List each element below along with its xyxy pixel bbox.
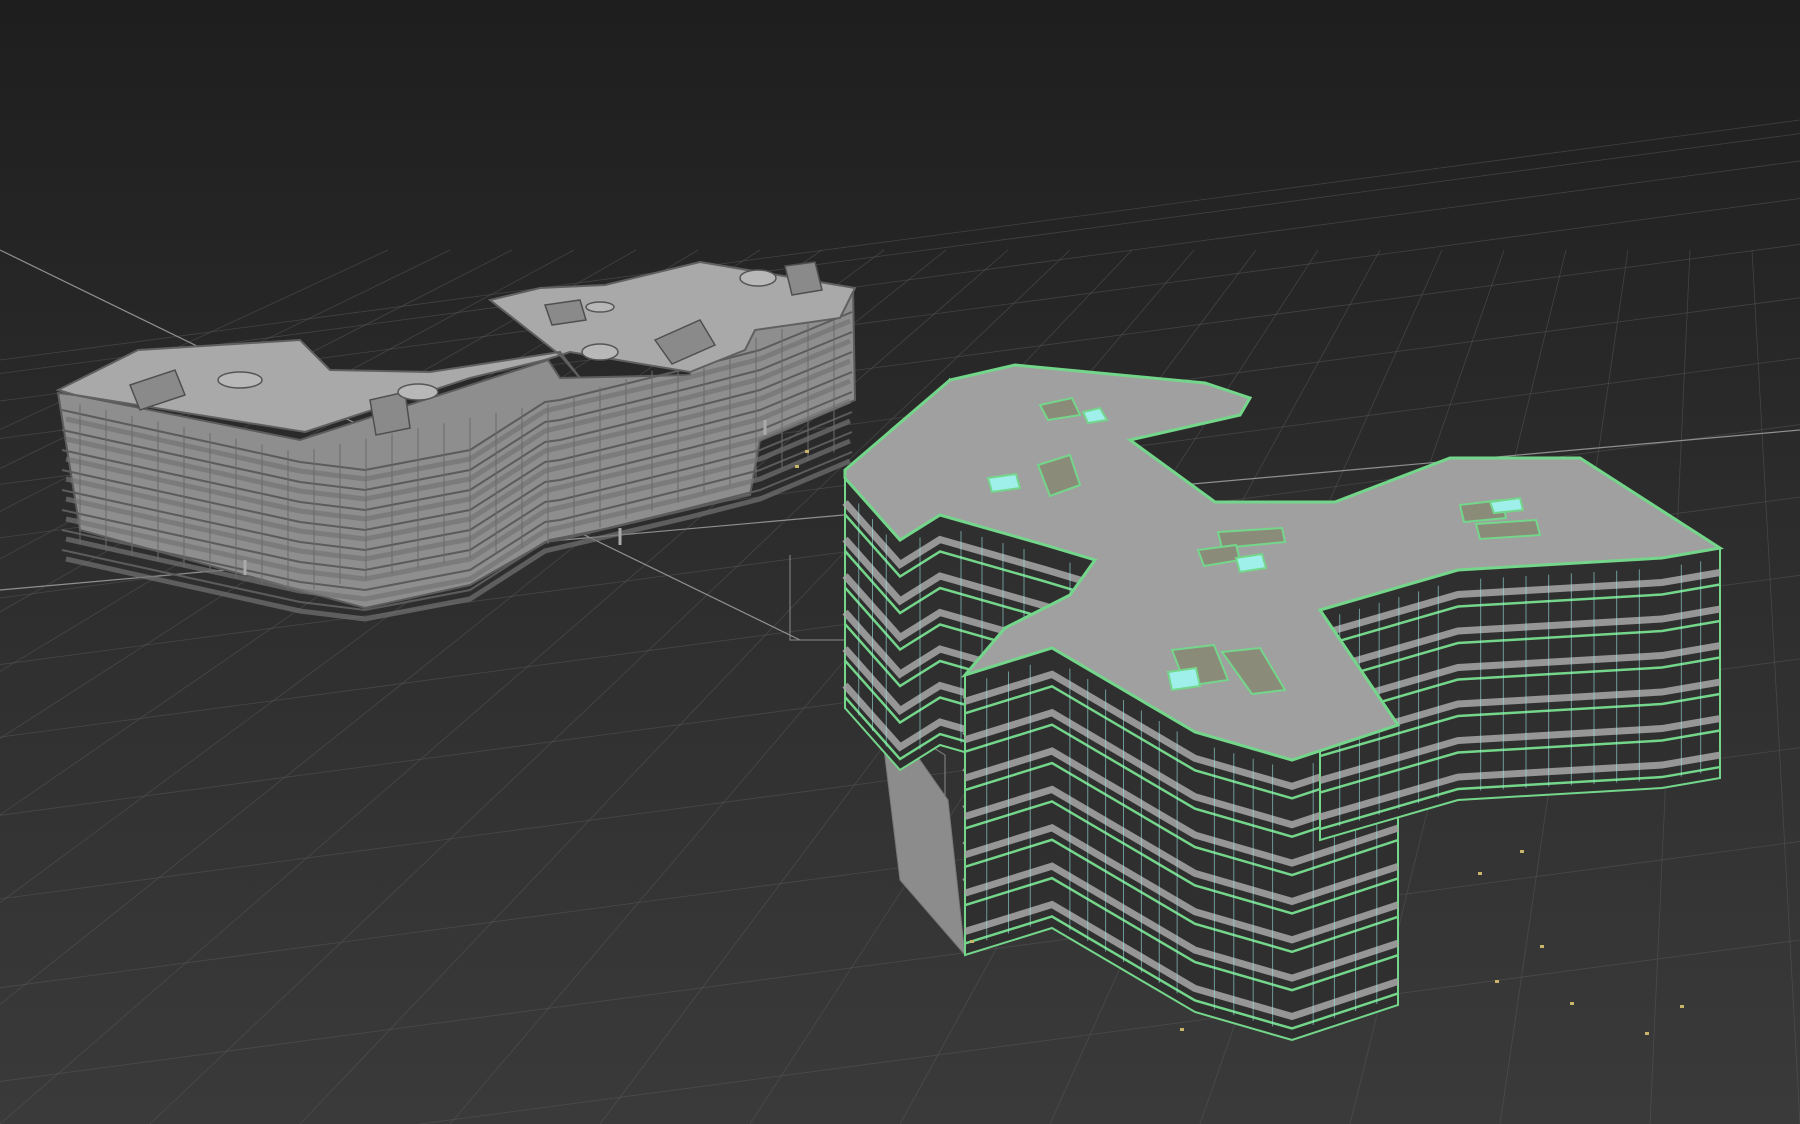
ground-marker bbox=[970, 940, 974, 943]
ground-marker bbox=[1495, 980, 1499, 983]
grid-line bbox=[416, 939, 1800, 1124]
grid-line bbox=[1751, 249, 1800, 1124]
ground-marker bbox=[1478, 872, 1482, 875]
grid-line bbox=[0, 119, 1800, 361]
building-right[interactable] bbox=[842, 363, 1725, 1042]
ground-marker bbox=[1180, 1028, 1184, 1031]
viewport-scene[interactable] bbox=[0, 0, 1800, 1124]
ground-marker bbox=[795, 465, 799, 468]
ground-marker bbox=[805, 450, 809, 453]
3d-viewport[interactable] bbox=[0, 0, 1800, 1124]
grid-line bbox=[0, 133, 1800, 374]
ground-marker bbox=[1540, 945, 1544, 948]
ground-marker bbox=[1520, 850, 1524, 853]
ground-marker bbox=[1645, 1032, 1649, 1035]
building-left[interactable] bbox=[55, 260, 857, 622]
ground-marker bbox=[1570, 1002, 1574, 1005]
ground-marker bbox=[1680, 1005, 1684, 1008]
